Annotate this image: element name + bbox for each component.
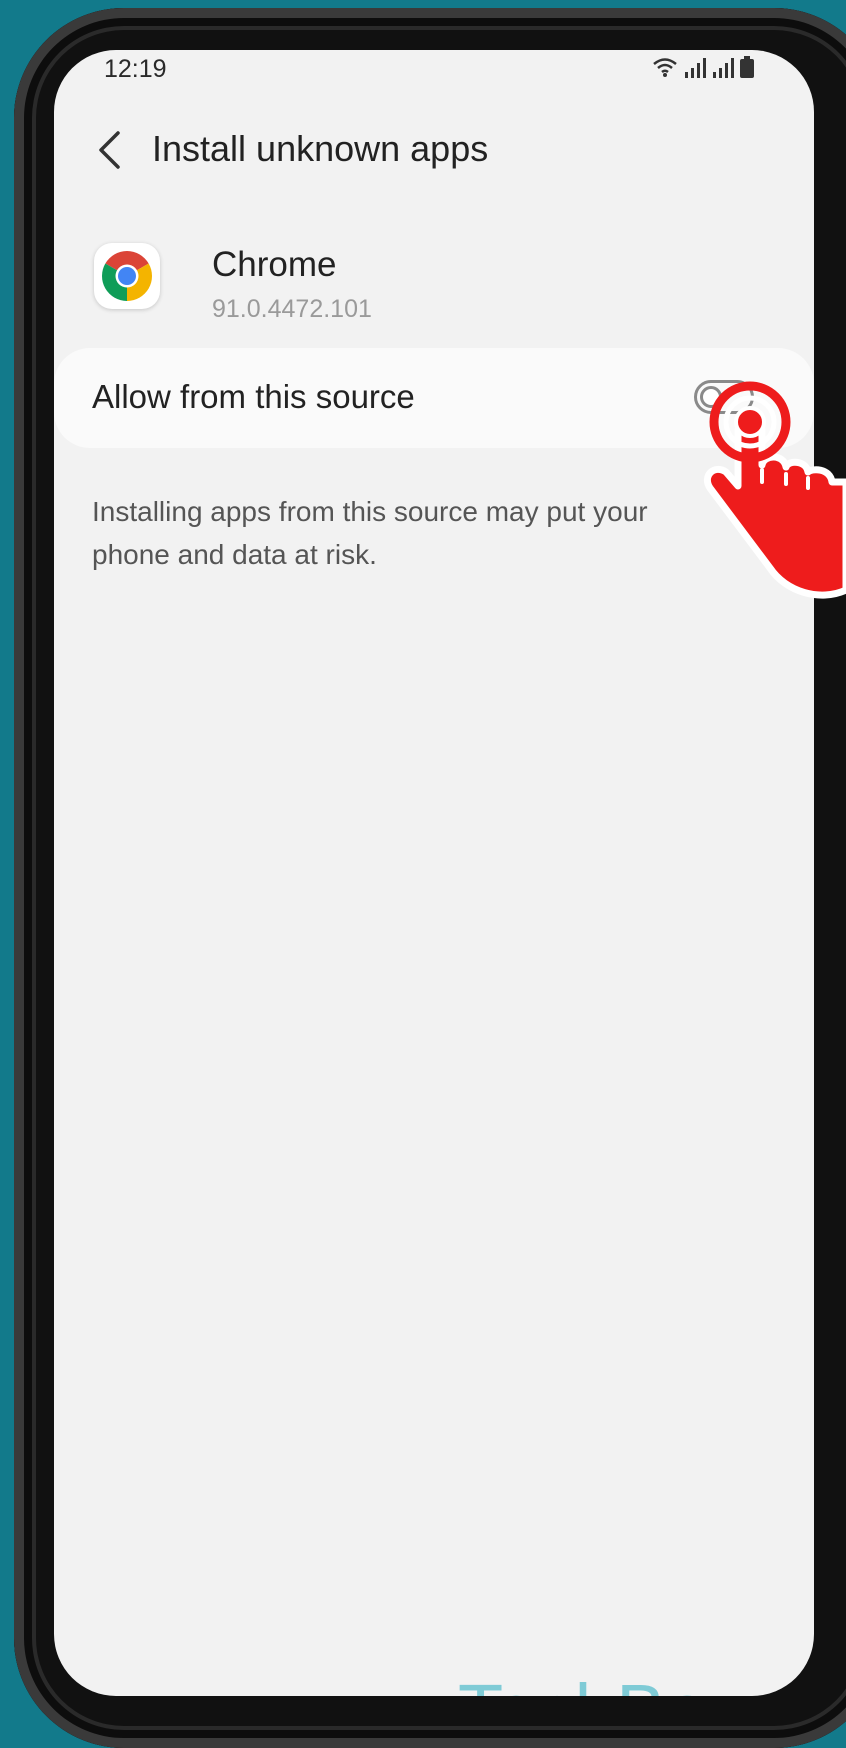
battery-icon [740,56,754,78]
phone-screen: 12:19 Install unknown apps Chrome 91.0.4… [54,50,814,1696]
page-title: Install unknown apps [152,128,489,169]
app-bar: Install unknown apps [54,110,814,190]
chrome-icon [102,251,152,301]
chevron-left-icon [99,131,120,169]
setting-label: Allow from this source [92,378,415,415]
status-icons [652,56,754,78]
status-bar: 12:19 [54,50,814,90]
chrome-app-icon [94,243,160,309]
app-version: 91.0.4472.101 [212,295,372,323]
app-name: Chrome [212,245,337,284]
wifi-icon [653,58,677,77]
status-time: 12:19 [104,55,167,83]
back-button[interactable] [84,122,134,178]
techbone-watermark: TechBone [458,1668,791,1696]
tap-hand-icon [703,381,846,599]
app-info-row: Chrome 91.0.4472.101 [54,225,814,335]
signal-icon [685,58,706,78]
warning-description: Installing apps from this source may put… [92,496,648,570]
signal-icon [713,58,734,78]
